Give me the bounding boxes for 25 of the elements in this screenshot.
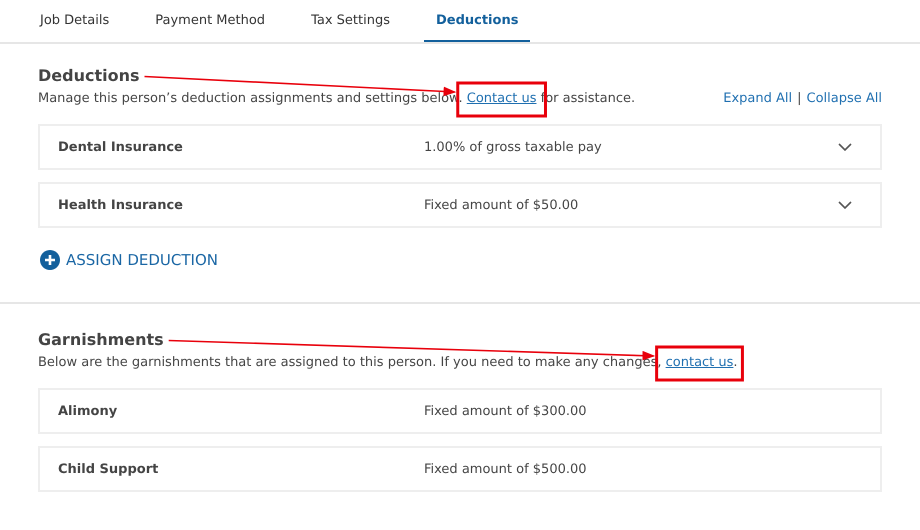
item-name: Health Insurance [57,198,184,212]
item-amount: Fixed amount of $300.00 [424,404,588,418]
chevron-down-icon[interactable] [838,143,852,151]
tab[interactable]: Job Details [28,0,122,42]
tab[interactable]: Tax Settings [299,0,402,42]
item-name: Child Support [57,462,160,476]
contact-link[interactable]: Contact us [466,91,536,106]
expand-all-link[interactable]: Expand All [723,91,792,106]
chevron-down-icon[interactable] [838,201,852,209]
assign-deduction-button[interactable]: ASSIGN DEDUCTION [40,250,218,270]
item-amount: Fixed amount of $50.00 [424,198,580,212]
tab[interactable]: Deductions [424,0,530,42]
deduction-card[interactable]: Dental Insurance 1.00% of gross taxable pay [38,124,882,170]
item-name: Dental Insurance [57,140,184,154]
link-separator: | [797,91,802,106]
item-amount: Fixed amount of $500.00 [424,462,588,476]
tab[interactable]: Payment Method [143,0,278,42]
plus-icon [40,250,60,270]
deduction-card[interactable]: Health Insurance Fixed amount of $50.00 [38,182,882,228]
section-heading: Deductions [38,66,140,85]
section-heading: Garnishments [38,330,164,349]
item-amount: 1.00% of gross taxable pay [424,140,603,154]
collapse-all-link[interactable]: Collapse All [806,91,882,106]
item-name: Alimony [57,404,118,418]
contact-link[interactable]: contact us [666,355,734,370]
